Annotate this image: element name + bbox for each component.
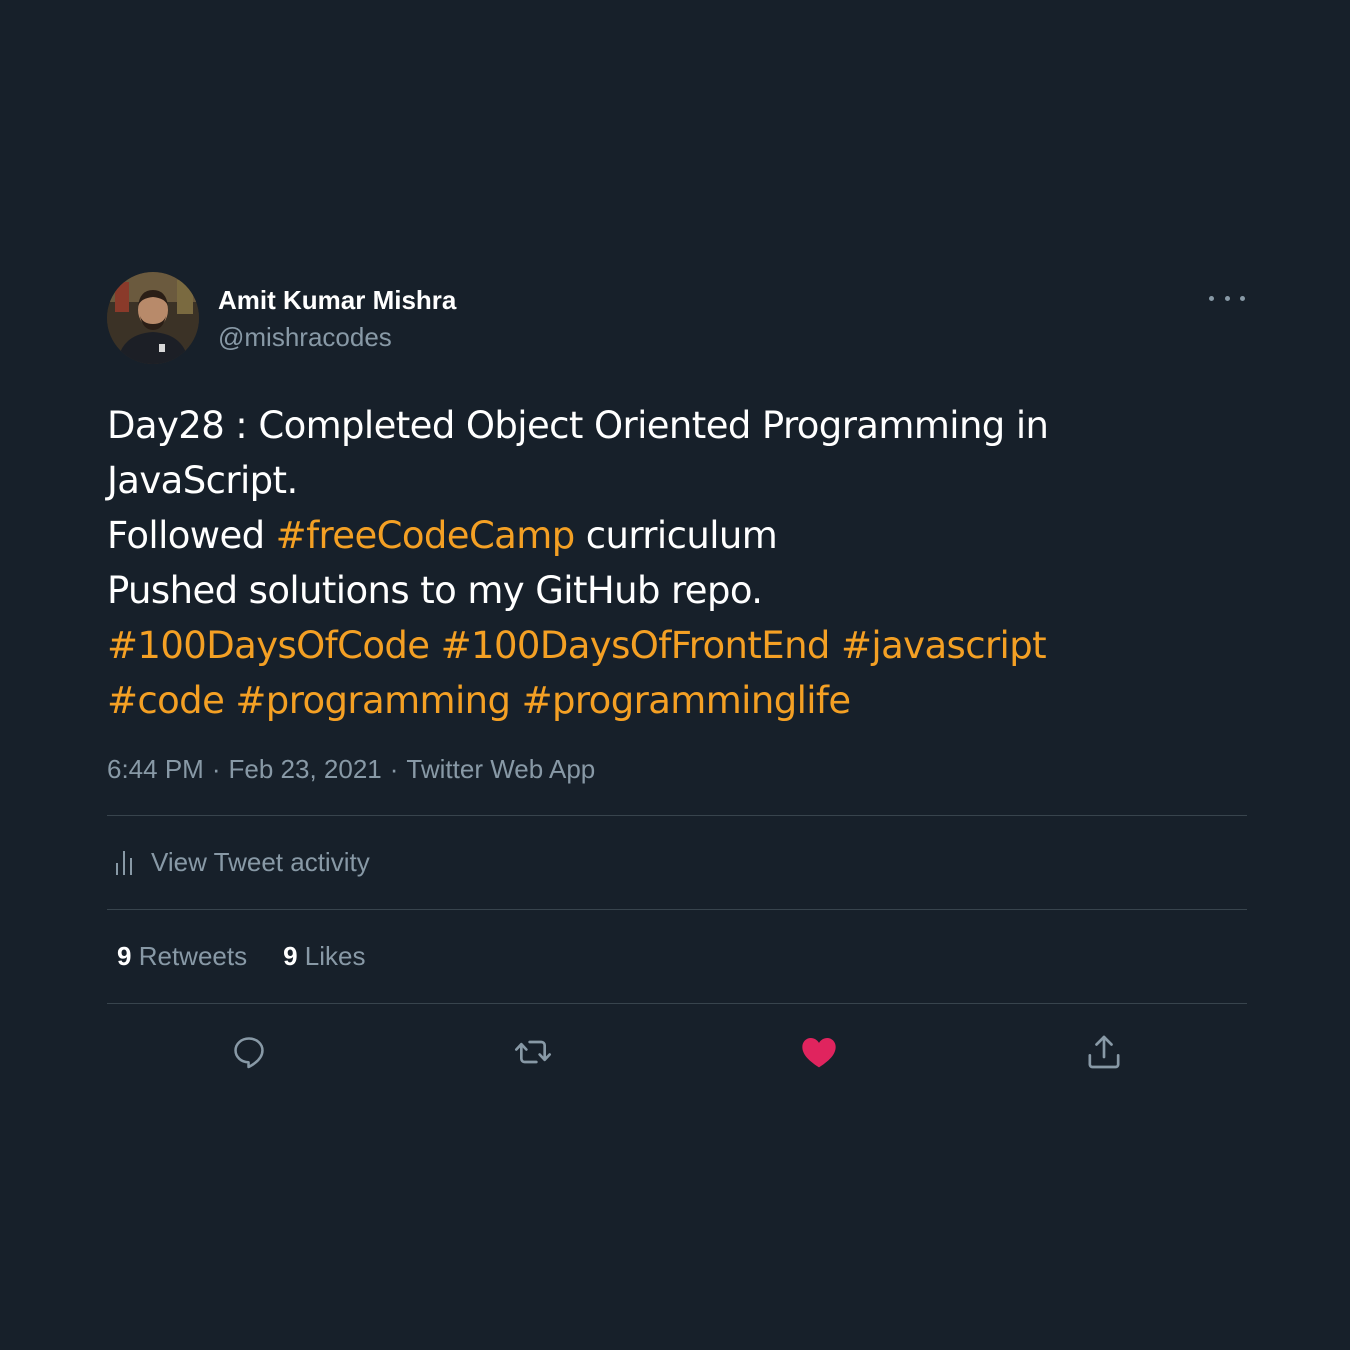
tweet-text-line: Pushed solutions to my GitHub repo. xyxy=(107,563,1247,618)
author-name[interactable]: Amit Kumar Mishra xyxy=(218,285,456,316)
hashtag-link[interactable]: #code xyxy=(107,679,225,722)
reply-icon xyxy=(234,1037,264,1069)
more-dot xyxy=(1209,295,1214,301)
tweet-text-segment: curriculum xyxy=(574,514,778,557)
author-handle[interactable]: @mishracodes xyxy=(218,322,392,353)
view-activity-link[interactable]: View Tweet activity xyxy=(107,816,1247,909)
like-button[interactable] xyxy=(799,1032,839,1072)
analytics-icon xyxy=(115,849,135,877)
likes-count: 9 xyxy=(283,941,298,971)
tweet-source[interactable]: Twitter Web App xyxy=(406,754,595,784)
avatar[interactable] xyxy=(107,272,199,364)
share-button[interactable] xyxy=(1084,1032,1124,1072)
tweet-text-line: JavaScript. xyxy=(107,453,1247,508)
more-dot xyxy=(1240,295,1245,301)
tweet-text-segment xyxy=(224,679,235,722)
hashtag-link[interactable]: #javascript xyxy=(841,624,1047,667)
hashtag-link[interactable]: #programming xyxy=(235,679,511,722)
retweets-label: Retweets xyxy=(138,941,248,971)
tweet-actions xyxy=(107,1004,1247,1098)
retweet-icon xyxy=(515,1040,551,1064)
retweets-stat[interactable]: 9 Retweets xyxy=(117,941,247,972)
tweet-text-line: #100DaysOfCode #100DaysOfFrontEnd #javas… xyxy=(107,618,1247,673)
hashtag-link[interactable]: #100DaysOfCode xyxy=(107,624,430,667)
retweet-button[interactable] xyxy=(513,1032,553,1072)
likes-stat[interactable]: 9 Likes xyxy=(283,941,365,972)
tweet-text-segment: Pushed solutions to my GitHub repo. xyxy=(107,569,763,612)
tweet-stats: 9 Retweets 9 Likes xyxy=(107,910,1247,1003)
meta-separator: · xyxy=(389,754,399,784)
tweet-text: Day28 : Completed Object Oriented Progra… xyxy=(107,398,1247,728)
tweet-text-segment xyxy=(429,624,440,667)
tweet-text-segment xyxy=(830,624,841,667)
hashtag-link[interactable]: #programminglife xyxy=(522,679,852,722)
tweet-text-line: Followed #freeCodeCamp curriculum xyxy=(107,508,1247,563)
tweet-date[interactable]: Feb 23, 2021 xyxy=(229,754,382,784)
tweet-card: Amit Kumar Mishra @mishracodes Day28 : C… xyxy=(107,272,1247,1098)
tweet-text-segment: Followed xyxy=(107,514,276,557)
tweet-text-line: #code #programming #programminglife xyxy=(107,673,1247,728)
tweet-text-line: Day28 : Completed Object Oriented Progra… xyxy=(107,398,1247,453)
more-dot xyxy=(1224,295,1230,301)
tweet-header: Amit Kumar Mishra @mishracodes xyxy=(107,272,1247,366)
tweet-text-segment: Day28 : Completed Object Oriented Progra… xyxy=(107,404,1049,447)
tweet-meta: 6:44 PM · Feb 23, 2021 · Twitter Web App xyxy=(107,754,1247,785)
share-icon xyxy=(1088,1035,1120,1069)
meta-separator: · xyxy=(211,754,221,784)
view-activity-label: View Tweet activity xyxy=(151,847,370,877)
hashtag-link[interactable]: #freeCodeCamp xyxy=(276,514,576,557)
likes-label: Likes xyxy=(304,941,366,971)
more-options-icon[interactable] xyxy=(1209,290,1245,306)
tweet-text-segment xyxy=(510,679,521,722)
tweet-time[interactable]: 6:44 PM xyxy=(107,754,204,784)
reply-button[interactable] xyxy=(229,1032,269,1072)
tweet-text-segment: JavaScript. xyxy=(107,459,298,502)
hashtag-link[interactable]: #100DaysOfFrontEnd xyxy=(441,624,831,667)
retweets-count: 9 xyxy=(117,941,132,971)
heart-icon xyxy=(802,1038,836,1068)
